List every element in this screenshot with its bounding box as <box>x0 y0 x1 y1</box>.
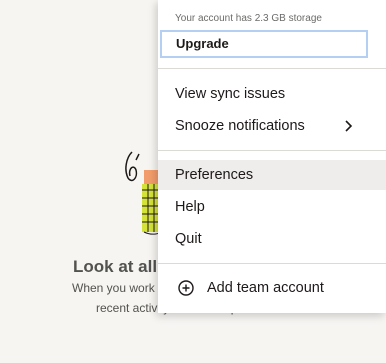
menu-item-add-team-account[interactable]: Add team account <box>158 273 386 303</box>
menu-divider <box>158 68 386 69</box>
menu-item-label: Help <box>175 199 205 215</box>
menu-item-label: Snooze notifications <box>175 118 305 134</box>
chevron-right-icon <box>345 120 353 132</box>
menu-item-label: Add team account <box>207 280 324 296</box>
menu-divider <box>158 263 386 264</box>
storage-info: Your account has 2.3 GB storage <box>175 13 322 24</box>
menu-item-snooze-notifications[interactable]: Snooze notifications <box>158 111 386 141</box>
account-menu: Your account has 2.3 GB storage Upgrade … <box>158 0 386 313</box>
empty-state-title: Look at all <box>73 257 158 276</box>
menu-item-quit[interactable]: Quit <box>158 224 386 254</box>
menu-item-label: Quit <box>175 231 202 247</box>
menu-item-label: Preferences <box>175 167 254 183</box>
menu-divider <box>158 150 386 151</box>
menu-item-view-sync-issues[interactable]: View sync issues <box>158 79 386 109</box>
upgrade-button[interactable]: Upgrade <box>160 30 368 58</box>
empty-state-text: When you work <box>72 281 155 295</box>
menu-item-help[interactable]: Help <box>158 192 386 222</box>
menu-item-label: View sync issues <box>175 86 286 102</box>
plus-circle-icon <box>178 280 194 296</box>
menu-item-preferences[interactable]: Preferences <box>158 160 386 190</box>
